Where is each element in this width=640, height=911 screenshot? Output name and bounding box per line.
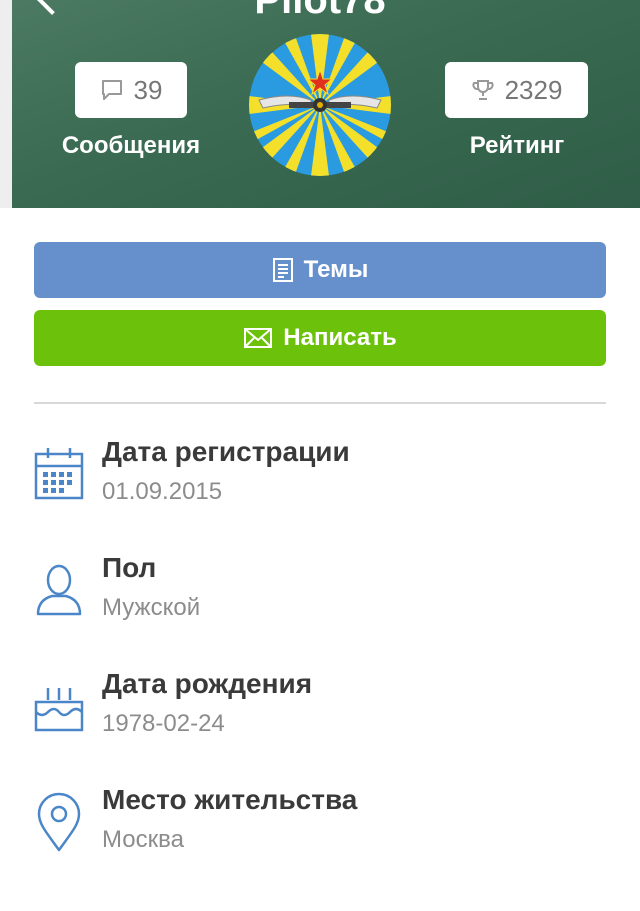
messages-count-box[interactable]: 39 — [75, 62, 187, 118]
trophy-icon — [472, 80, 494, 100]
profile-username: Pilot78 — [254, 0, 386, 22]
profile-header: Pilot78 39 Сообщения 2329 Рейтинг — [0, 0, 640, 208]
messages-label: Сообщения — [61, 132, 201, 159]
location-pin-icon — [37, 792, 81, 852]
avatar[interactable] — [249, 34, 391, 176]
info-value: Москва — [102, 826, 184, 853]
back-arrow-icon[interactable] — [35, 0, 69, 15]
write-button-label: Написать — [283, 324, 397, 351]
header-edge — [0, 0, 12, 208]
info-value: 01.09.2015 — [102, 478, 223, 505]
topics-button-label: Темы — [303, 256, 369, 283]
gender-row: Пол Мужской — [34, 552, 606, 632]
birth-date-row: Дата рождения 1978-02-24 — [34, 668, 606, 748]
chat-bubble-icon — [101, 80, 122, 100]
registration-date-row: Дата регистрации 01.09.2015 — [34, 436, 606, 516]
topics-button[interactable]: Темы — [34, 242, 606, 298]
user-icon — [36, 564, 82, 616]
air-force-emblem-image — [249, 34, 391, 176]
document-icon — [272, 258, 293, 282]
divider — [34, 402, 606, 404]
write-message-button[interactable]: Написать — [34, 310, 606, 366]
envelope-icon — [244, 328, 273, 348]
rating-label: Рейтинг — [469, 132, 565, 159]
rating-count: 2329 — [504, 74, 563, 105]
location-row: Место жительства Москва — [34, 784, 606, 864]
messages-count: 39 — [133, 74, 163, 105]
info-value: Мужской — [102, 594, 201, 621]
info-value: 1978-02-24 — [102, 710, 225, 737]
info-label: Место жительства — [102, 784, 358, 815]
calendar-icon — [34, 448, 84, 500]
birthday-cake-icon — [34, 688, 84, 732]
info-label: Пол — [102, 552, 157, 583]
info-label: Дата рождения — [102, 668, 313, 699]
info-label: Дата регистрации — [102, 436, 350, 467]
rating-count-box[interactable]: 2329 — [445, 62, 588, 118]
